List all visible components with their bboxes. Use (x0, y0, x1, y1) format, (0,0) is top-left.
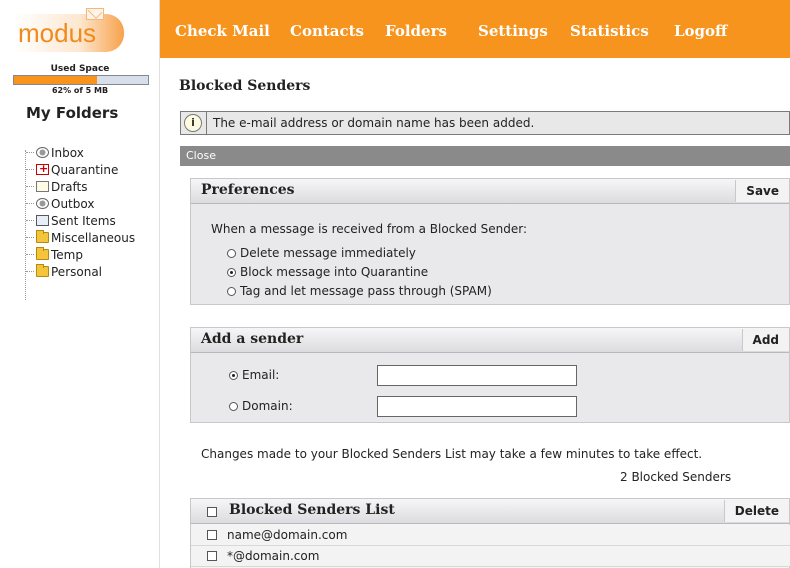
blocked-address: *@domain.com (227, 549, 320, 563)
nav-folders[interactable]: Folders (385, 22, 447, 40)
option-quarantine[interactable]: Block message into Quarantine (227, 265, 428, 279)
folder-sent-items[interactable]: Sent Items (22, 212, 135, 229)
folder-personal[interactable]: Personal (22, 263, 135, 280)
list-header: Blocked Senders List Delete (191, 499, 789, 524)
add-button[interactable]: Add (741, 329, 789, 351)
folder-temp[interactable]: Temp (22, 246, 135, 263)
nav-logoff[interactable]: Logoff (674, 22, 727, 40)
item-checkbox[interactable] (207, 530, 217, 540)
sent-items-icon (36, 215, 49, 226)
folder-icon (36, 230, 49, 243)
usage-text: 62% of 5 MB (51, 86, 109, 95)
blocked-address: name@domain.com (227, 528, 348, 542)
notice-text: The e-mail address or domain name has be… (213, 116, 535, 130)
add-sender-title: Add a sender (201, 331, 304, 347)
folder-inbox[interactable]: Inbox (22, 144, 135, 161)
folder-outbox[interactable]: Outbox (22, 195, 135, 212)
radio-tag[interactable] (227, 286, 236, 296)
notice-bar: i The e-mail address or domain name has … (180, 111, 790, 135)
list-item: *@domain.com (191, 546, 790, 567)
usage-label: Used Space (50, 64, 110, 74)
nav-settings[interactable]: Settings (478, 22, 548, 40)
email-field[interactable] (377, 365, 577, 386)
delete-button[interactable]: Delete (723, 500, 789, 522)
my-folders-title: My Folders (26, 104, 119, 122)
folder-label: Personal (51, 264, 103, 279)
nav-statistics[interactable]: Statistics (570, 22, 649, 40)
option-label: Block message into Quarantine (240, 265, 429, 279)
email-option[interactable]: Email: (229, 368, 279, 382)
close-bar: Close (180, 146, 790, 166)
folder-label: Inbox (51, 145, 84, 160)
update-note: Changes made to your Blocked Senders Lis… (201, 447, 703, 461)
page-title: Blocked Senders (179, 78, 311, 94)
preferences-question: When a message is received from a Blocke… (211, 222, 527, 236)
save-button[interactable]: Save (735, 180, 789, 202)
folder-miscellaneous[interactable]: Miscellaneous (22, 229, 135, 246)
logo-area: modus (0, 0, 160, 58)
radio-quarantine[interactable] (227, 267, 236, 277)
folder-drafts[interactable]: Drafts (22, 178, 135, 195)
nav-check-mail[interactable]: Check Mail (175, 22, 270, 40)
main-content: Blocked Senders i The e-mail address or … (160, 58, 790, 568)
quarantine-icon (36, 162, 49, 175)
email-label: Email: (242, 368, 280, 382)
info-icon: i (184, 114, 202, 132)
domain-label: Domain: (242, 399, 293, 413)
sidebar: Used Space 62% of 5 MB My Folders Inbox … (0, 58, 160, 568)
domain-field[interactable] (377, 396, 577, 417)
inbox-icon (36, 147, 49, 158)
close-button[interactable]: Close (180, 146, 222, 166)
preferences-title: Preferences (201, 182, 295, 198)
nav-bar: Check Mail Contacts Folders Settings Sta… (160, 0, 790, 58)
select-all-checkbox[interactable] (207, 507, 217, 517)
blocked-senders-list: Blocked Senders List Delete name@domain.… (190, 498, 790, 568)
logo-text: modus (18, 18, 97, 48)
radio-email[interactable] (229, 370, 238, 380)
drafts-icon (36, 181, 49, 192)
add-sender-header: Add a sender Add (191, 328, 789, 353)
option-delete[interactable]: Delete message immediately (227, 246, 416, 260)
usage-bar-fill (14, 76, 98, 84)
folder-label: Outbox (51, 196, 95, 211)
domain-option[interactable]: Domain: (229, 399, 293, 413)
preferences-header: Preferences Save (191, 179, 789, 204)
usage-bar (13, 75, 149, 85)
item-checkbox[interactable] (207, 551, 217, 561)
folder-label: Drafts (51, 179, 88, 194)
folder-label: Quarantine (51, 162, 119, 177)
list-title: Blocked Senders List (229, 502, 395, 518)
nav-contacts[interactable]: Contacts (290, 22, 364, 40)
radio-domain[interactable] (229, 401, 238, 411)
add-sender-panel: Add a sender Add Email: Domain: (190, 327, 790, 423)
folder-label: Sent Items (51, 213, 116, 228)
folder-quarantine[interactable]: Quarantine (22, 161, 135, 178)
blocked-count: 2 Blocked Senders (620, 470, 732, 484)
envelope-icon (86, 8, 104, 20)
option-label: Tag and let message pass through (SPAM) (240, 284, 492, 298)
notice-separator (206, 112, 207, 134)
outbox-icon (36, 198, 49, 209)
folder-label: Temp (51, 247, 83, 262)
preferences-panel: Preferences Save When a message is recei… (190, 178, 790, 305)
folder-label: Miscellaneous (51, 230, 136, 245)
folder-icon (36, 247, 49, 260)
folder-list: Inbox Quarantine Drafts Outbox Sent Item… (22, 144, 135, 280)
option-label: Delete message immediately (240, 246, 416, 260)
list-item: name@domain.com (191, 525, 790, 546)
radio-delete[interactable] (227, 248, 236, 258)
folder-icon (36, 264, 49, 277)
top-bar: modus Check Mail Contacts Folders Settin… (0, 0, 790, 60)
option-tag[interactable]: Tag and let message pass through (SPAM) (227, 284, 492, 298)
